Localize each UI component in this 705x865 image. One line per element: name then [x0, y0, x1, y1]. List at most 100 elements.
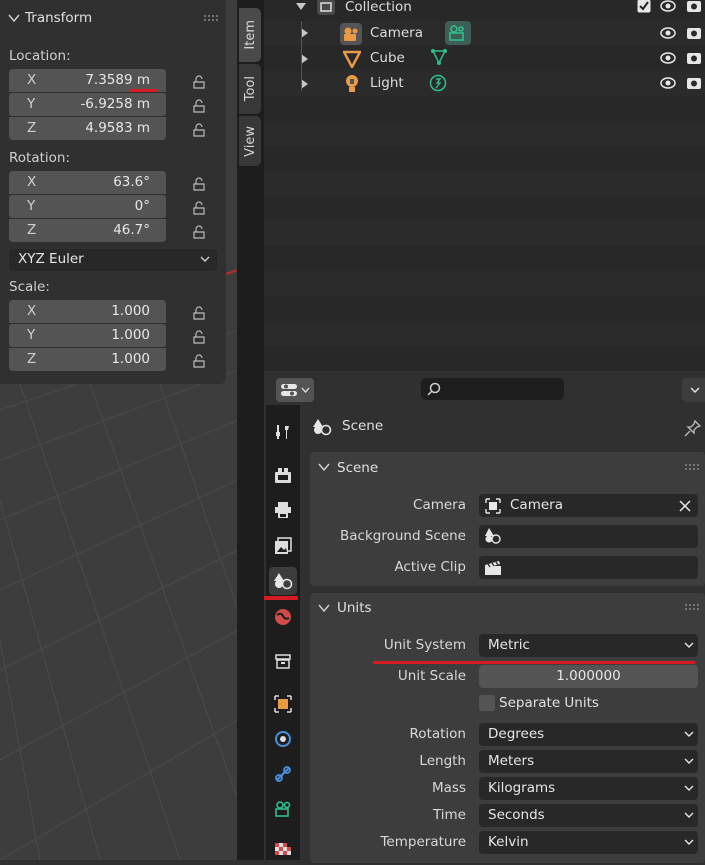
- temperature-label: Temperature: [380, 834, 466, 850]
- sidebar-tab-strip: Item Tool View: [237, 0, 264, 860]
- light-object-icon: [346, 75, 358, 92]
- lock-icon[interactable]: [191, 175, 207, 191]
- lock-icon[interactable]: [191, 97, 207, 113]
- tab-item[interactable]: Item: [239, 8, 261, 62]
- lock-icon[interactable]: [191, 223, 207, 239]
- camera-render-icon[interactable]: [686, 75, 702, 91]
- tab-constraints[interactable]: [269, 760, 297, 788]
- rotation-y-field[interactable]: Y 0°: [9, 195, 166, 218]
- lock-icon[interactable]: [191, 352, 207, 368]
- editor-type-button[interactable]: [276, 378, 314, 402]
- tab-output[interactable]: [269, 496, 297, 524]
- outliner-row-light[interactable]: Light: [264, 71, 705, 96]
- tab-tool-settings[interactable]: [269, 418, 297, 446]
- tab-object[interactable]: [269, 690, 297, 718]
- clear-x-icon[interactable]: [679, 500, 691, 512]
- camera-value: Camera: [510, 497, 563, 513]
- axis-label: Z: [27, 351, 37, 367]
- drag-handle-icon[interactable]: [684, 603, 700, 611]
- mesh-data-icon[interactable]: [430, 48, 448, 66]
- pin-icon[interactable]: [684, 419, 702, 437]
- search-input[interactable]: [421, 378, 564, 400]
- rotation-units-dropdown[interactable]: Degrees: [479, 723, 698, 746]
- camera-render-icon[interactable]: [686, 0, 702, 14]
- transform-title: Transform: [25, 10, 93, 26]
- scene-icon: [485, 528, 501, 544]
- expand-right-icon[interactable]: [301, 28, 308, 38]
- scale-y-field[interactable]: Y 1.000: [9, 324, 166, 347]
- outliner-row-camera[interactable]: Camera: [264, 21, 705, 46]
- eye-icon[interactable]: [660, 0, 676, 13]
- unit-scale-value: 1.000000: [556, 668, 621, 684]
- temperature-dropdown[interactable]: Kelvin: [479, 831, 698, 854]
- eye-icon[interactable]: [660, 76, 676, 90]
- camera-object-icon: [340, 23, 362, 45]
- tab-texture[interactable]: [269, 837, 297, 865]
- rotation-x-field[interactable]: X 63.6°: [9, 171, 166, 194]
- axis-label: Z: [27, 120, 37, 136]
- background-scene-field[interactable]: [479, 525, 698, 548]
- cube-name: Cube: [370, 50, 405, 66]
- scale-x-field[interactable]: X 1.000: [9, 300, 166, 323]
- tab-scene[interactable]: [269, 567, 297, 595]
- outliner-empty-row: [264, 171, 705, 196]
- outliner-row-collection[interactable]: Collection: [264, 0, 705, 21]
- tab-view[interactable]: View: [239, 116, 261, 166]
- scale-z-field[interactable]: Z 1.000: [9, 348, 166, 371]
- location-z-field[interactable]: Z 4.9583 m: [9, 117, 166, 140]
- camera-data-icon[interactable]: [445, 21, 471, 45]
- scene-panel-header[interactable]: Scene: [310, 452, 705, 480]
- tab-view-label: View: [242, 125, 258, 157]
- tab-object-data[interactable]: [269, 795, 297, 823]
- units-panel-title: Units: [337, 600, 372, 616]
- drag-handle-icon[interactable]: [203, 14, 219, 22]
- tab-view-layer[interactable]: [269, 532, 297, 560]
- world-icon: [275, 609, 291, 625]
- unit-scale-field[interactable]: 1.000000: [479, 665, 698, 688]
- lock-icon[interactable]: [191, 121, 207, 137]
- context-title: Scene: [342, 418, 384, 434]
- drag-handle-icon[interactable]: [684, 463, 700, 471]
- camera-render-icon[interactable]: [686, 50, 702, 66]
- light-data-icon[interactable]: [429, 74, 447, 92]
- camera-render-icon[interactable]: [686, 25, 702, 41]
- options-dropdown-button[interactable]: [682, 378, 705, 402]
- lock-icon[interactable]: [191, 328, 207, 344]
- tab-collection[interactable]: [269, 647, 297, 675]
- outliner-empty-row: [264, 246, 705, 271]
- active-clip-field[interactable]: [479, 556, 698, 579]
- lock-icon[interactable]: [191, 199, 207, 215]
- lock-icon[interactable]: [191, 304, 207, 320]
- rotation-z-value: 46.7°: [113, 222, 150, 238]
- tab-physics[interactable]: [269, 725, 297, 753]
- expand-right-icon[interactable]: [301, 79, 308, 89]
- tab-render[interactable]: [269, 461, 297, 489]
- lock-icon[interactable]: [191, 73, 207, 89]
- checkbox-checked-icon[interactable]: [637, 0, 651, 13]
- time-dropdown[interactable]: Seconds: [479, 804, 698, 827]
- expand-down-icon[interactable]: [296, 3, 306, 11]
- units-panel-header[interactable]: Units: [310, 593, 705, 621]
- scene-panel: Scene Camera Camera Background Scene Act…: [310, 452, 705, 586]
- rotation-mode-dropdown[interactable]: XYZ Euler: [9, 249, 217, 271]
- location-y-field[interactable]: Y -6.9258 m: [9, 93, 166, 116]
- separate-units-checkbox[interactable]: Separate Units: [479, 693, 699, 713]
- mass-dropdown[interactable]: Kilograms: [479, 777, 698, 800]
- transform-header[interactable]: Transform: [0, 6, 226, 32]
- outliner: Collection Camera Cube Light: [264, 0, 705, 371]
- tab-tool[interactable]: Tool: [239, 64, 261, 114]
- eye-icon[interactable]: [660, 26, 676, 40]
- expand-right-icon[interactable]: [301, 54, 308, 64]
- eye-icon[interactable]: [660, 51, 676, 65]
- outliner-empty-row: [264, 96, 705, 121]
- unit-system-dropdown[interactable]: Metric: [479, 634, 698, 657]
- object-icon: [274, 695, 292, 713]
- time-value: Seconds: [488, 807, 545, 823]
- chevron-down-icon: [684, 642, 694, 648]
- outliner-row-cube[interactable]: Cube: [264, 46, 705, 71]
- length-dropdown[interactable]: Meters: [479, 750, 698, 773]
- camera-field[interactable]: Camera: [479, 494, 698, 517]
- tab-world[interactable]: [269, 603, 297, 631]
- separate-units-label: Separate Units: [499, 695, 599, 711]
- rotation-z-field[interactable]: Z 46.7°: [9, 219, 166, 242]
